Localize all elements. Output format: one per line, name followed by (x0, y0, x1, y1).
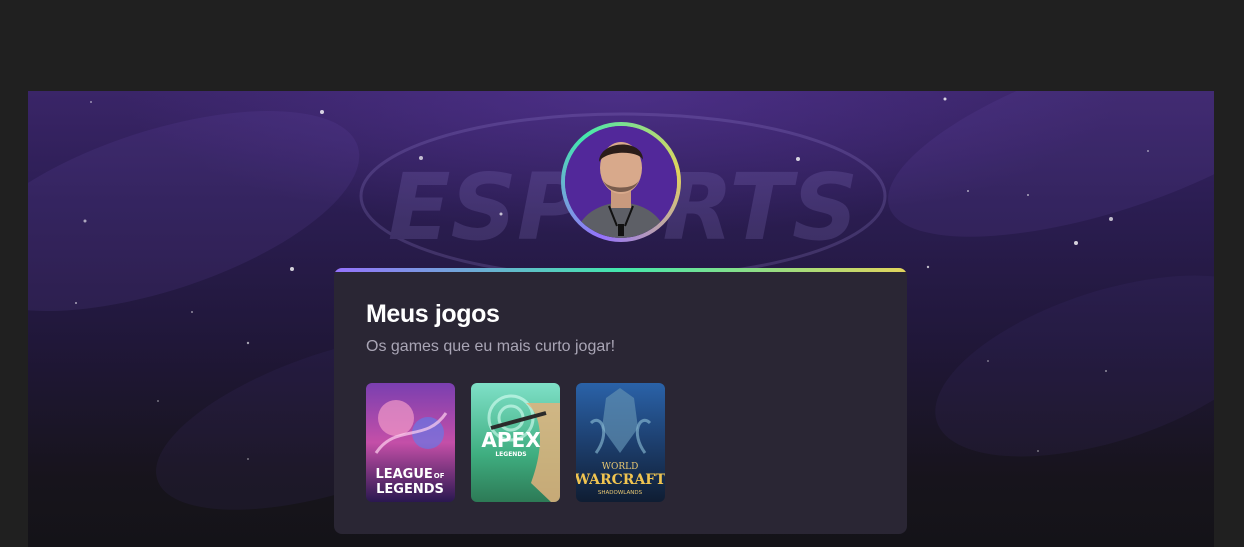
person-icon (565, 126, 677, 238)
avatar[interactable] (561, 122, 681, 242)
games-list: LEAGUEOF LEGENDS APEX LEGENDS WORLD WARC… (366, 383, 665, 502)
apex-legends-cover: APEX LEGENDS (471, 383, 560, 502)
svg-text:SHADOWLANDS: SHADOWLANDS (598, 490, 643, 496)
gradient-border (334, 268, 907, 272)
games-card: Meus jogos Os games que eu mais curto jo… (334, 268, 907, 534)
svg-text:WORLD: WORLD (602, 462, 639, 472)
svg-text:APEX: APEX (481, 428, 541, 452)
card-title: Meus jogos (366, 300, 500, 328)
league-of-legends-cover: LEAGUEOF LEGENDS (366, 383, 455, 502)
game-card-apex-legends[interactable]: APEX LEGENDS (471, 383, 560, 502)
card-subtitle: Os games que eu mais curto jogar! (366, 338, 616, 355)
game-card-league-of-legends[interactable]: LEAGUEOF LEGENDS (366, 383, 455, 502)
game-card-world-of-warcraft[interactable]: WORLD WARCRAFT SHADOWLANDS (576, 383, 665, 502)
svg-text:LEGENDS: LEGENDS (376, 482, 444, 497)
svg-text:WARCRAFT: WARCRAFT (576, 472, 665, 488)
world-of-warcraft-cover: WORLD WARCRAFT SHADOWLANDS (576, 383, 665, 502)
avatar-photo (565, 126, 677, 238)
svg-text:LEGENDS: LEGENDS (495, 451, 526, 458)
